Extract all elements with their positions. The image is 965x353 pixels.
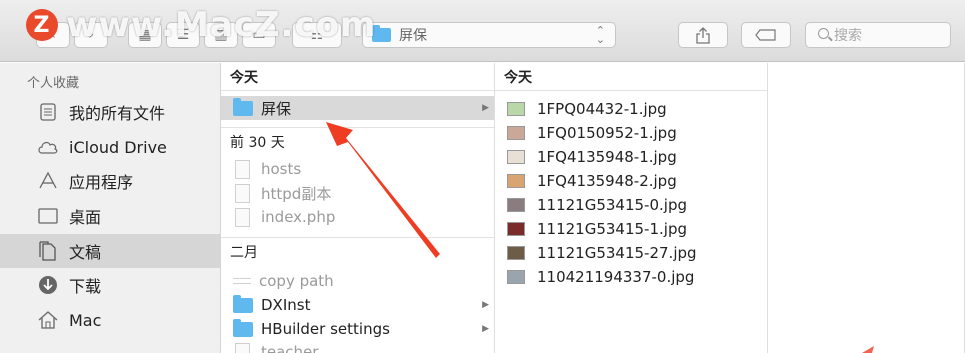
disclosure-arrow-icon: ▶ bbox=[482, 324, 489, 334]
sidebar-item-label: 桌面 bbox=[69, 208, 102, 227]
list-item-image[interactable]: 11121G53415-1.jpg bbox=[495, 217, 767, 241]
group-header-30-days: 前 30 天 bbox=[221, 127, 494, 155]
document-icon bbox=[235, 207, 250, 227]
downloads-icon bbox=[37, 275, 59, 295]
search-icon bbox=[818, 28, 829, 39]
list-item-image[interactable]: 1FQ4135948-2.jpg bbox=[495, 169, 767, 193]
list-item-image[interactable]: 11121G53415-27.jpg bbox=[495, 241, 767, 265]
sidebar-item-label: Mac bbox=[69, 310, 102, 330]
toolbar: ‹ › ▦ ☰ ▥ ▭ ⚏ 屏保 ⌃⌄ 搜索 Z www.MacZ.com bbox=[0, 0, 965, 62]
applications-icon bbox=[37, 171, 59, 191]
list-item-label: 1FQ4135948-1.jpg bbox=[537, 148, 677, 166]
path-popup[interactable]: 屏保 ⌃ ⌄ bbox=[362, 22, 616, 48]
disclosure-arrow-icon: ▶ bbox=[482, 300, 489, 310]
list-item-folder[interactable]: HBuilder settings ▶ bbox=[221, 317, 494, 341]
list-item-file[interactable]: teacher bbox=[221, 340, 494, 353]
list-item-folder[interactable]: 屏保 ▶ bbox=[221, 96, 494, 120]
list-item-label: teacher bbox=[261, 343, 319, 353]
path-popup-label: 屏保 bbox=[399, 28, 427, 44]
list-item-label: 11121G53415-1.jpg bbox=[537, 220, 687, 238]
list-item-label: 110421194337-0.jpg bbox=[537, 268, 695, 286]
sidebar: 个人收藏 我的所有文件 iCloud Drive 应用程序 桌面 文稿 下载 M… bbox=[0, 63, 221, 353]
sidebar-item-label: iCloud Drive bbox=[69, 137, 167, 157]
all-files-icon bbox=[37, 102, 59, 122]
sidebar-item-label: 下载 bbox=[69, 277, 102, 296]
documents-icon bbox=[37, 241, 59, 261]
image-thumbnail-icon bbox=[507, 150, 525, 164]
sidebar-item-label: 文稿 bbox=[69, 243, 102, 262]
folder-icon bbox=[233, 318, 253, 337]
alias-icon bbox=[233, 278, 251, 284]
list-item-label: 屏保 bbox=[261, 99, 292, 118]
browser-column-3 bbox=[768, 63, 965, 353]
sidebar-item-icloud[interactable]: iCloud Drive bbox=[0, 130, 220, 164]
list-item-label: 1FPQ04432-1.jpg bbox=[537, 100, 667, 118]
list-item-file[interactable]: hosts bbox=[221, 157, 494, 181]
list-item-file[interactable]: index.php bbox=[221, 205, 494, 229]
list-item-label: 1FQ0150952-1.jpg bbox=[537, 124, 677, 142]
sidebar-item-all-files[interactable]: 我的所有文件 bbox=[0, 95, 220, 129]
sidebar-item-desktop[interactable]: 桌面 bbox=[0, 199, 220, 233]
image-thumbnail-icon bbox=[507, 246, 525, 260]
share-icon bbox=[696, 26, 710, 44]
watermark: Z www.MacZ.com bbox=[26, 3, 376, 47]
group-header-feb: 二月 bbox=[221, 237, 494, 265]
search-placeholder: 搜索 bbox=[834, 28, 862, 44]
image-thumbnail-icon bbox=[507, 126, 525, 140]
list-item-label: copy path bbox=[259, 272, 334, 290]
list-item-label: DXInst bbox=[261, 296, 311, 314]
list-item-folder[interactable]: DXInst ▶ bbox=[221, 293, 494, 317]
list-item-label: httpd副本 bbox=[261, 184, 332, 203]
document-icon bbox=[235, 183, 250, 203]
disclosure-arrow-icon: ▶ bbox=[482, 103, 489, 113]
tags-button[interactable] bbox=[741, 22, 791, 48]
sidebar-heading: 个人收藏 bbox=[27, 76, 80, 91]
share-button[interactable] bbox=[678, 22, 728, 48]
image-thumbnail-icon bbox=[507, 222, 525, 236]
sidebar-item-label: 我的所有文件 bbox=[69, 104, 166, 123]
list-item-alias[interactable]: copy path bbox=[221, 269, 494, 293]
document-icon bbox=[235, 159, 250, 179]
browser-column-2: 今天 1FPQ04432-1.jpg 1FQ0150952-1.jpg 1FQ4… bbox=[495, 63, 768, 353]
document-icon bbox=[235, 342, 250, 353]
sidebar-item-home[interactable]: Mac bbox=[0, 303, 220, 337]
list-item-label: 11121G53415-27.jpg bbox=[537, 244, 697, 262]
tag-icon bbox=[755, 29, 776, 41]
updown-chevron-icon: ⌃ ⌄ bbox=[595, 24, 605, 46]
list-item-image[interactable]: 110421194337-0.jpg bbox=[495, 265, 767, 289]
desktop-icon bbox=[37, 206, 59, 226]
group-header-today: 今天 bbox=[495, 63, 767, 91]
watermark-text: www.MacZ.com bbox=[66, 5, 377, 45]
group-header-today: 今天 bbox=[221, 63, 494, 91]
image-thumbnail-icon bbox=[507, 270, 525, 284]
list-item-label: 1FQ4135948-2.jpg bbox=[537, 172, 677, 190]
list-item-label: index.php bbox=[261, 208, 336, 226]
sidebar-item-documents[interactable]: 文稿 bbox=[0, 234, 220, 268]
list-item-image[interactable]: 11121G53415-0.jpg bbox=[495, 193, 767, 217]
image-thumbnail-icon bbox=[507, 198, 525, 212]
folder-icon bbox=[233, 97, 253, 116]
home-icon bbox=[37, 310, 59, 330]
image-thumbnail-icon bbox=[507, 174, 525, 188]
image-thumbnail-icon bbox=[507, 102, 525, 116]
sidebar-item-downloads[interactable]: 下载 bbox=[0, 268, 220, 302]
list-item-image[interactable]: 1FPQ04432-1.jpg bbox=[495, 97, 767, 121]
folder-icon bbox=[233, 294, 253, 313]
list-item-image[interactable]: 1FQ0150952-1.jpg bbox=[495, 121, 767, 145]
list-item-image[interactable]: 1FQ4135948-1.jpg bbox=[495, 145, 767, 169]
browser-column-1: 今天 屏保 ▶ 前 30 天 hosts httpd副本 index.php 二… bbox=[221, 63, 495, 353]
watermark-badge: Z bbox=[26, 9, 58, 41]
list-item-file[interactable]: httpd副本 bbox=[221, 181, 494, 205]
sidebar-item-label: 应用程序 bbox=[69, 173, 134, 192]
list-item-label: 11121G53415-0.jpg bbox=[537, 196, 687, 214]
cloud-icon bbox=[37, 137, 59, 157]
list-item-label: HBuilder settings bbox=[261, 320, 390, 338]
search-input[interactable]: 搜索 bbox=[805, 22, 951, 48]
sidebar-item-applications[interactable]: 应用程序 bbox=[0, 164, 220, 198]
list-item-label: hosts bbox=[261, 160, 302, 178]
